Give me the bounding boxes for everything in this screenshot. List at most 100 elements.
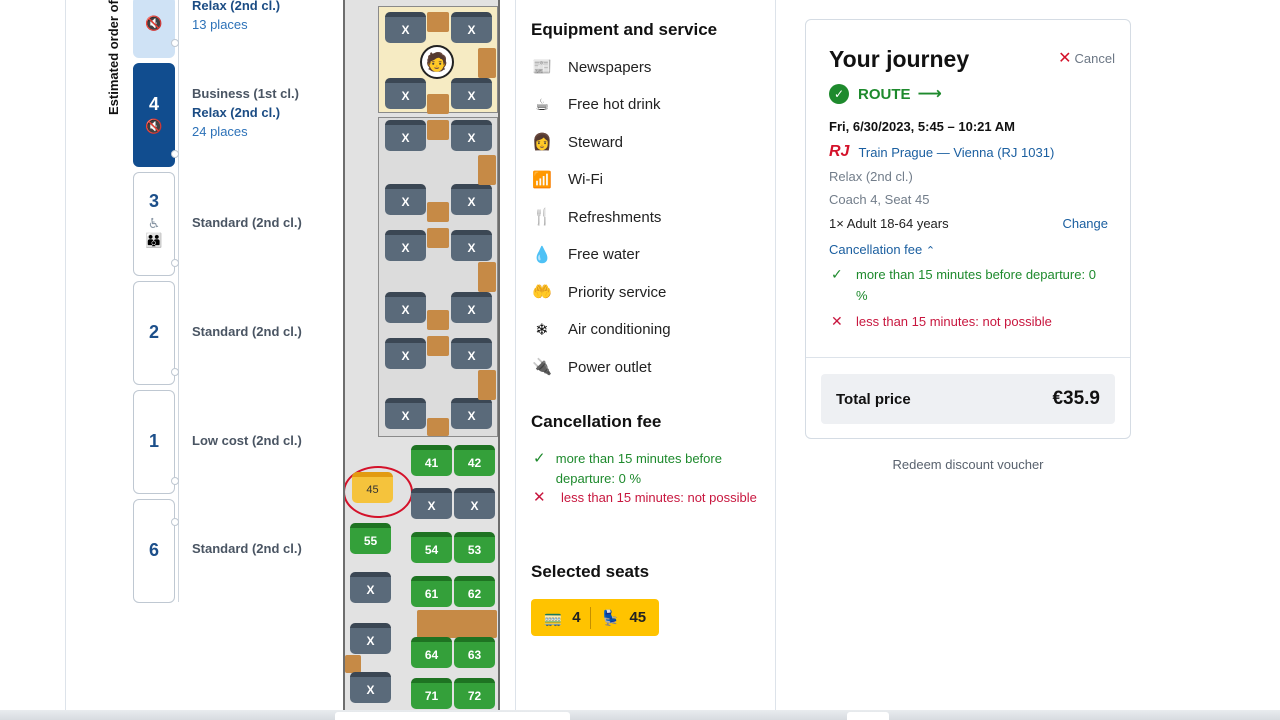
operator-logo: RJ [829,143,850,160]
seat-occupied: X [451,398,492,429]
coach-connector [171,39,179,47]
equipment-heading: Equipment and service [531,20,718,39]
seat-available[interactable]: 63 [454,637,495,668]
coach-connector [171,150,179,158]
seat-occupied: X [385,12,426,43]
seat-selected[interactable]: 45 [352,472,393,503]
seat-available[interactable]: 53 [454,532,495,563]
coach-connector [171,518,179,526]
quiet-zone-icon: 🔇 [145,118,163,134]
coach-info-relax: Relax (2nd cl.) 13 places [192,0,281,32]
table [427,228,449,248]
selected-seat-badge[interactable]: 🚃 4 💺 45 [531,599,659,636]
priority-icon: 🤲 [532,284,552,301]
seat-occupied: X [385,120,426,151]
seat-occupied: X [385,292,426,323]
seat-occupied: X [385,398,426,429]
check-circle-icon: ✓ [829,84,849,104]
check-icon: ✓ [533,450,546,467]
train-link[interactable]: RJ Train Prague — Vienna (RJ 1031) [829,143,1054,161]
coach-tab-3[interactable]: 3 ♿ 👪 [133,172,179,276]
hot-drink-icon: ☕ [534,96,550,114]
seat-occupied: X [385,338,426,369]
cancellation-fee-toggle[interactable]: Cancellation fee ⌃ [829,242,935,257]
steward-icon: 🧑 [420,45,454,79]
selected-seats-heading: Selected seats [531,562,650,581]
seat-occupied: X [350,623,391,654]
seat-occupied: X [451,338,492,369]
card-cancellation-ok: ✓ more than 15 minutes before departure:… [831,264,1111,306]
table [478,48,496,78]
table [427,12,449,32]
equipment-item: 🍴 Refreshments [532,208,662,227]
coach-tab-2[interactable]: 2 [133,281,179,385]
seat-available[interactable]: 61 [411,576,452,607]
coach-info-4: Business (1st cl.) Relax (2nd cl.) 24 pl… [192,86,299,139]
coach-tab-4[interactable]: 4 🔇 [133,63,179,167]
plug-icon: 🔌 [532,359,552,376]
cancellation-heading: Cancellation fee [531,412,662,431]
seat-occupied: X [385,230,426,261]
seat-occupied: X [454,488,495,519]
family-icon: 👪 [145,232,163,248]
equipment-item: ☕ Free hot drink [531,95,661,115]
equipment-item: 📶 Wi-Fi [532,171,603,189]
cutlery-icon: 🍴 [532,209,552,226]
seat-available[interactable]: 71 [411,678,452,709]
seat-occupied: X [451,292,492,323]
total-price: Total price €35.9 [821,374,1115,424]
arrow-right-icon: ⟶ [917,84,942,103]
seat-available[interactable]: 42 [454,445,495,476]
card-divider [806,357,1130,358]
close-icon: ✕ [1058,50,1072,67]
wifi-icon: 📶 [532,171,552,189]
badge-separator [590,606,592,629]
seat-available[interactable]: 72 [454,678,495,709]
coach-info-1: Low cost (2nd cl.) [192,433,302,448]
journey-card: ✕ Cancel Your journey ✓ ROUTE ⟶ Fri, 6/30… [805,19,1131,439]
journey-datetime: Fri, 6/30/2023, 5:45 – 10:21 AM [829,119,1015,134]
column-divider [775,0,776,720]
seat-occupied: X [451,12,492,43]
cross-icon: ✕ [533,489,546,506]
cancel-button[interactable]: ✕ Cancel [1058,48,1115,68]
seat-occupied: X [350,672,391,703]
page-border-left [65,0,66,720]
seat-available[interactable]: 62 [454,576,495,607]
equipment-item: 💧 Free water [532,246,640,264]
seat-available[interactable]: 64 [411,637,452,668]
equipment-item: 📰 Newspapers [532,58,652,77]
table [478,155,496,185]
check-icon: ✓ [831,266,843,282]
seat-available[interactable]: 54 [411,532,452,563]
coach-connector [171,477,179,485]
coach-info-3: Standard (2nd cl.) [192,215,302,230]
table [427,418,449,436]
table [478,262,496,292]
seat-occupied: X [451,184,492,215]
coach-connector [171,368,179,376]
seat-available[interactable]: 41 [411,445,452,476]
coach-tab-1[interactable]: 1 [133,390,179,494]
table [417,610,497,638]
seat-occupied: X [385,184,426,215]
coach-order-label: Estimated order of coaches [106,0,121,115]
redeem-voucher-link[interactable]: Redeem discount voucher [805,457,1131,472]
seat-occupied: X [451,120,492,151]
column-divider [515,0,516,720]
seat-available[interactable]: 55 [350,523,391,554]
change-passenger-link[interactable]: Change [1062,216,1108,231]
table [427,120,449,140]
chevron-up-icon: ⌃ [925,245,936,257]
coach-icon: 🚃 [543,609,563,627]
coach-rail [178,0,179,602]
cancellation-ok: ✓ more than 15 minutes before departure:… [533,449,763,489]
newspaper-icon: 📰 [532,59,552,76]
equipment-item: 👩 Steward [532,133,624,152]
equipment-item: ❄ Air conditioning [531,320,670,340]
equipment-item: 🤲 Priority service [532,283,667,302]
coach-tab-relax[interactable]: 🔇 [133,0,179,58]
quiet-zone-icon: 🔇 [145,15,163,31]
seat-occupied: X [451,78,492,109]
coach-tab-6[interactable]: 6 [133,499,179,603]
